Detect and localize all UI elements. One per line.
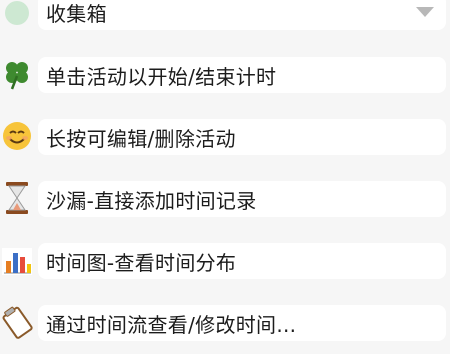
smiling-face-icon: [0, 119, 34, 153]
clipboard-icon: [0, 305, 34, 339]
hourglass-icon: [0, 181, 34, 215]
light-green-circle-icon: [0, 0, 34, 30]
bar-chart-icon: [0, 243, 34, 277]
activity-card[interactable]: 单击活动以开始/结束计时: [38, 57, 446, 93]
inbox-card[interactable]: 收集箱: [38, 0, 446, 30]
activity-card[interactable]: 沙漏-直接添加时间记录: [38, 181, 446, 217]
activity-row[interactable]: 时间图-查看时间分布: [0, 230, 450, 292]
activity-card[interactable]: 时间图-查看时间分布: [38, 243, 446, 279]
chevron-down-icon[interactable]: [416, 7, 434, 17]
activity-label: 长按可编辑/删除活动: [46, 126, 236, 151]
four-leaf-clover-icon: [0, 57, 34, 91]
activity-label: 单击活动以开始/结束计时: [46, 64, 277, 89]
inbox-label: 收集箱: [46, 1, 107, 26]
activity-row[interactable]: 单击活动以开始/结束计时: [0, 44, 450, 106]
activity-row[interactable]: 通过时间流查看/修改时间...: [0, 292, 450, 354]
activity-row[interactable]: 沙漏-直接添加时间记录: [0, 168, 450, 230]
activity-row[interactable]: 长按可编辑/删除活动: [0, 106, 450, 168]
activity-card[interactable]: 长按可编辑/删除活动: [38, 119, 446, 155]
activity-label: 通过时间流查看/修改时间...: [46, 312, 297, 337]
activity-label: 沙漏-直接添加时间记录: [46, 188, 257, 213]
activity-label: 时间图-查看时间分布: [46, 250, 237, 275]
inbox-row[interactable]: 收集箱: [0, 0, 450, 44]
